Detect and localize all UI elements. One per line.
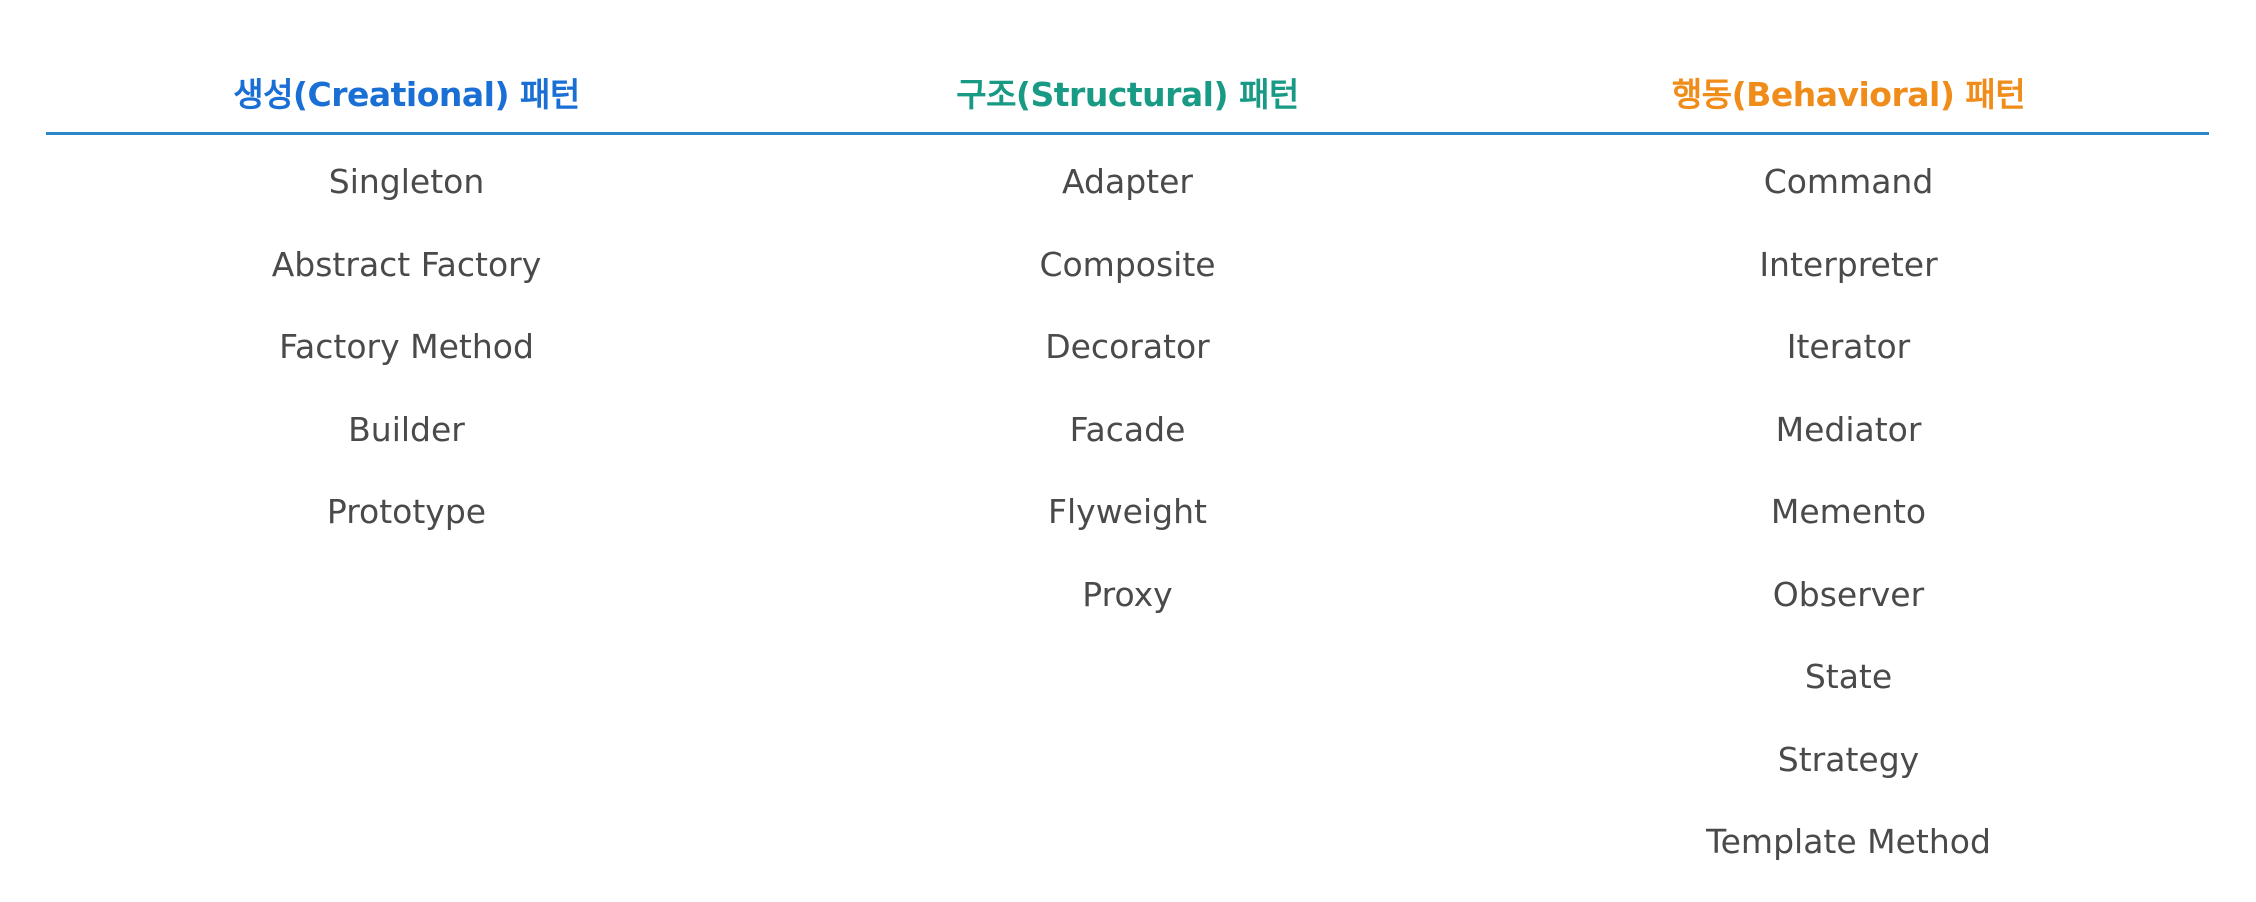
structural-column: Adapter Composite Decorator Facade Flywe… (767, 135, 1488, 900)
behavioral-header: 행동(Behavioral) 패턴 (1671, 75, 2026, 114)
structural-header: 구조(Structural) 패턴 (956, 75, 1299, 114)
pattern-item: Observer (1772, 574, 1925, 614)
table-body-row: Singleton Abstract Factory Factory Metho… (46, 135, 2209, 900)
pattern-item: Singleton (328, 162, 485, 201)
pattern-item: Builder (348, 409, 465, 449)
pattern-item: Mediator (1775, 409, 1922, 449)
pattern-item: Decorator (1045, 327, 1210, 366)
table-header-row: 생성(Creational) 패턴 구조(Structural) 패턴 행동(B… (46, 60, 2209, 135)
creational-column: Singleton Abstract Factory Factory Metho… (46, 135, 767, 900)
design-patterns-table: 생성(Creational) 패턴 구조(Structural) 패턴 행동(B… (46, 60, 2209, 900)
pattern-item: Iterator (1786, 327, 1911, 366)
pattern-item: Proxy (1082, 574, 1173, 614)
pattern-item: Template Method (1706, 822, 1991, 861)
pattern-item: Composite (1039, 244, 1216, 284)
pattern-item: Flyweight (1048, 492, 1207, 531)
pattern-item: Abstract Factory (271, 244, 542, 284)
pattern-item: Prototype (326, 492, 487, 531)
pattern-item: Facade (1069, 409, 1186, 449)
behavioral-column: Command Interpreter Iterator Mediator Me… (1488, 135, 2209, 900)
creational-header: 생성(Creational) 패턴 (233, 75, 580, 114)
pattern-item: Factory Method (279, 327, 534, 366)
pattern-item: Command (1763, 162, 1934, 201)
pattern-item: Interpreter (1759, 244, 1938, 284)
pattern-item: Adapter (1062, 162, 1193, 201)
pattern-item: Memento (1770, 492, 1927, 531)
pattern-item: State (1804, 657, 1893, 696)
pattern-item: Strategy (1777, 739, 1920, 779)
